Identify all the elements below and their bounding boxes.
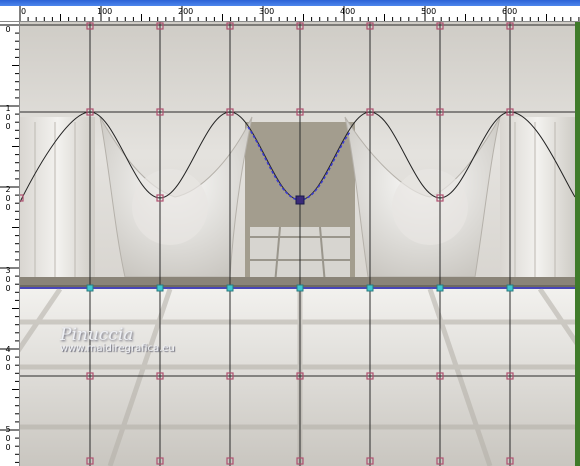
ruler-label-400: 400 xyxy=(340,7,356,16)
ruler-label-500: 500 xyxy=(421,7,437,16)
image-editor-window: 0 100 200 300 400 500 600 0 1 0 0 2 0 0 … xyxy=(0,0,580,466)
vertical-ruler-ticks xyxy=(0,24,19,463)
vruler-digit: 0 xyxy=(5,354,11,363)
vruler-digit: 0 xyxy=(5,275,11,284)
watermark-name: Pinuccia xyxy=(60,325,134,345)
image-canvas[interactable]: Pinuccia www.maidiregrafica.eu xyxy=(20,22,575,466)
right-edge-scrollbar[interactable] xyxy=(575,22,580,466)
vruler-digit: 0 xyxy=(5,203,11,212)
floor-band xyxy=(20,277,575,285)
watermark-site: www.maidiregrafica.eu xyxy=(60,343,175,354)
vruler-digit: 0 xyxy=(5,284,11,293)
left-ornament xyxy=(132,169,208,245)
vruler-digit: 1 xyxy=(5,104,11,113)
ruler-label-100: 100 xyxy=(97,7,113,16)
canvas-artwork xyxy=(20,22,575,466)
right-pillar xyxy=(500,117,575,282)
ruler-label-200: 200 xyxy=(178,7,194,16)
vruler-digit: 5 xyxy=(5,425,11,434)
vruler-digit: 0 xyxy=(5,194,11,203)
vruler-digit: 0 xyxy=(5,25,11,34)
vruler-digit: 3 xyxy=(5,266,11,275)
horizontal-ruler[interactable]: 0 100 200 300 400 500 600 xyxy=(0,6,580,22)
horizontal-ruler-ticks xyxy=(19,6,580,21)
vruler-digit: 0 xyxy=(5,122,11,131)
right-ornament xyxy=(392,169,468,245)
ruler-label-300: 300 xyxy=(259,7,275,16)
selected-node xyxy=(295,195,305,205)
vruler-digit: 2 xyxy=(5,185,11,194)
ruler-label-0: 0 xyxy=(21,7,27,16)
vruler-digit: 0 xyxy=(5,113,11,122)
vruler-digit: 4 xyxy=(5,345,11,354)
ruler-label-600: 600 xyxy=(502,7,518,16)
vruler-digit: 0 xyxy=(5,443,11,452)
vruler-digit: 0 xyxy=(5,434,11,443)
vruler-digit: 0 xyxy=(5,363,11,372)
left-pillar xyxy=(20,117,95,282)
vertical-ruler[interactable]: 0 1 0 0 2 0 0 3 0 0 4 0 0 5 0 0 xyxy=(0,22,20,466)
watermark: Pinuccia www.maidiregrafica.eu xyxy=(60,325,175,354)
